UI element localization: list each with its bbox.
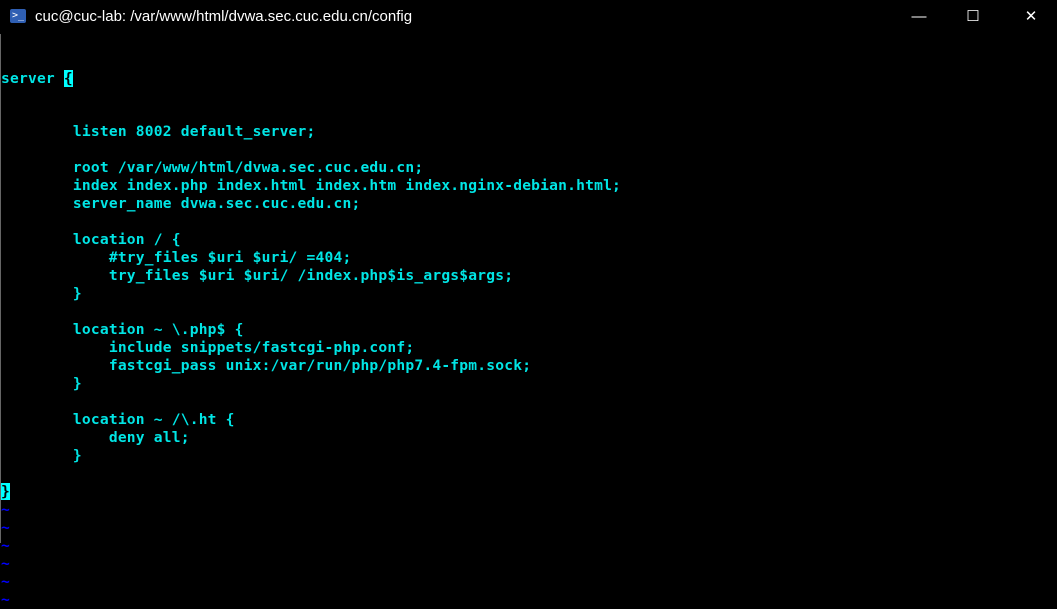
matching-brace-cursor: { — [63, 70, 73, 87]
editor-line: } — [1, 285, 82, 302]
empty-line-tilde: ~ — [1, 555, 10, 572]
empty-line-tilde: ~ — [1, 519, 10, 536]
editor-line: server_name dvwa.sec.cuc.edu.cn; — [1, 195, 361, 212]
editor-line: listen 8002 default_server; — [1, 123, 316, 140]
empty-line-tilde: ~ — [1, 537, 10, 554]
line-text: server — [1, 70, 64, 87]
editor-line: fastcgi_pass unix:/var/run/php/php7.4-fp… — [1, 357, 532, 374]
maximize-button[interactable]: ☐ — [950, 0, 996, 34]
editor-line: } — [1, 375, 82, 392]
powershell-icon: >_ — [10, 9, 26, 23]
empty-line-tilde: ~ — [1, 591, 10, 608]
editor-line: #try_files $uri $uri/ =404; — [1, 249, 352, 266]
close-button[interactable]: ✕ — [1008, 0, 1054, 34]
empty-line-tilde: ~ — [1, 501, 10, 518]
scrollbar[interactable] — [1040, 34, 1057, 543]
vim-editor[interactable]: server { listen 8002 default_server; roo… — [1, 36, 1039, 609]
editor-line: include snippets/fastcgi-php.conf; — [1, 339, 415, 356]
editor-line: server { — [1, 70, 1039, 88]
editor-line: deny all; — [1, 429, 190, 446]
editor-line: index index.php index.html index.htm ind… — [1, 177, 622, 194]
minimize-button[interactable]: — — [896, 0, 942, 34]
cursor: } — [1, 483, 10, 500]
editor-line: location / { — [1, 231, 181, 248]
title-bar: >_ cuc@cuc-lab: /var/www/html/dvwa.sec.c… — [0, 0, 1057, 34]
window-title: cuc@cuc-lab: /var/www/html/dvwa.sec.cuc.… — [35, 8, 413, 25]
editor-line: } — [1, 483, 1039, 501]
editor-line: } — [1, 447, 82, 464]
editor-line: location ~ /\.ht { — [1, 411, 235, 428]
editor-line: try_files $uri $uri/ /index.php$is_args$… — [1, 267, 514, 284]
editor-line: location ~ \.php$ { — [1, 321, 244, 338]
editor-line: root /var/www/html/dvwa.sec.cuc.edu.cn; — [1, 159, 424, 176]
empty-line-tilde: ~ — [1, 573, 10, 590]
